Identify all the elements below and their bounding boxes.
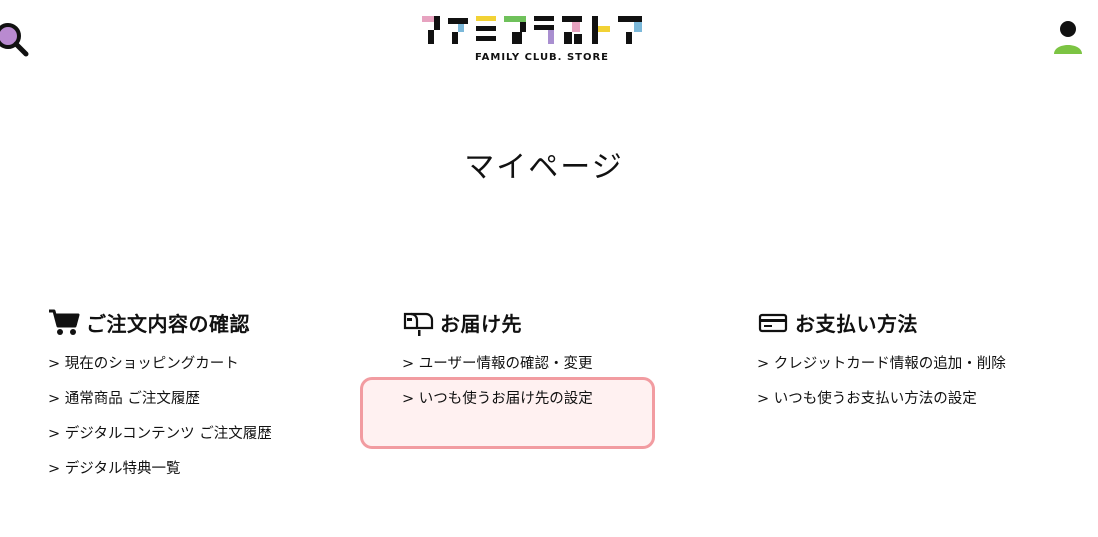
section-order-confirmation: ご注文内容の確認 > 現在のショッピングカート > 通常商品 ご注文履歴 > デ… — [48, 305, 368, 493]
section-payment-method: お支払い方法 > クレジットカード情報の追加・削除 > いつも使うお支払い方法の… — [757, 305, 1077, 423]
user-icon — [1054, 21, 1082, 54]
cart-icon — [48, 307, 82, 337]
list-item: > クレジットカード情報の追加・削除 — [757, 353, 1077, 388]
link-default-delivery-address[interactable]: > いつも使うお届け先の設定 — [402, 391, 593, 407]
link-digital-bonus-list[interactable]: > デジタル特典一覧 — [48, 461, 180, 477]
logo-mark — [422, 16, 642, 44]
section-title: お支払い方法 — [795, 311, 918, 336]
link-current-cart[interactable]: > 現在のショッピングカート — [48, 356, 239, 372]
list-item: > 現在のショッピングカート — [48, 353, 368, 388]
section-heading: お支払い方法 — [757, 305, 1077, 339]
logo-subtitle: FAMILY CLUB. STORE — [474, 52, 610, 63]
section-delivery-address: お届け先 > ユーザー情報の確認・変更 > いつも使うお届け先の設定 — [402, 305, 722, 423]
mailbox-icon — [402, 307, 436, 337]
link-order-history[interactable]: > 通常商品 ご注文履歴 — [48, 391, 200, 407]
list-item: > いつも使うお支払い方法の設定 — [757, 388, 1077, 423]
link-digital-order-history[interactable]: > デジタルコンテンツ ご注文履歴 — [48, 426, 272, 442]
list-item: > 通常商品 ご注文履歴 — [48, 388, 368, 423]
credit-card-icon — [757, 307, 791, 337]
link-default-payment-method[interactable]: > いつも使うお支払い方法の設定 — [757, 391, 977, 407]
link-list: > 現在のショッピングカート > 通常商品 ご注文履歴 > デジタルコンテンツ … — [48, 353, 368, 493]
link-user-info[interactable]: > ユーザー情報の確認・変更 — [402, 356, 592, 372]
section-heading: お届け先 — [402, 305, 722, 339]
site-header: FAMILY CLUB. STORE — [0, 0, 1098, 80]
link-list: > クレジットカード情報の追加・削除 > いつも使うお支払い方法の設定 — [757, 353, 1077, 423]
list-item: > いつも使うお届け先の設定 — [402, 388, 722, 423]
list-item: > デジタルコンテンツ ご注文履歴 — [48, 423, 368, 458]
section-heading: ご注文内容の確認 — [48, 305, 368, 339]
page-title: マイページ — [464, 150, 624, 185]
site-logo[interactable]: FAMILY CLUB. STORE — [420, 12, 664, 68]
section-title: お届け先 — [440, 311, 522, 336]
list-item: > デジタル特典一覧 — [48, 458, 368, 493]
link-list: > ユーザー情報の確認・変更 > いつも使うお届け先の設定 — [402, 353, 722, 423]
user-account-button[interactable] — [1050, 18, 1090, 58]
link-credit-card-manage[interactable]: > クレジットカード情報の追加・削除 — [757, 356, 1006, 372]
search-button[interactable] — [0, 20, 32, 60]
section-title: ご注文内容の確認 — [86, 311, 250, 336]
list-item: > ユーザー情報の確認・変更 — [402, 353, 722, 388]
search-icon — [0, 23, 29, 57]
